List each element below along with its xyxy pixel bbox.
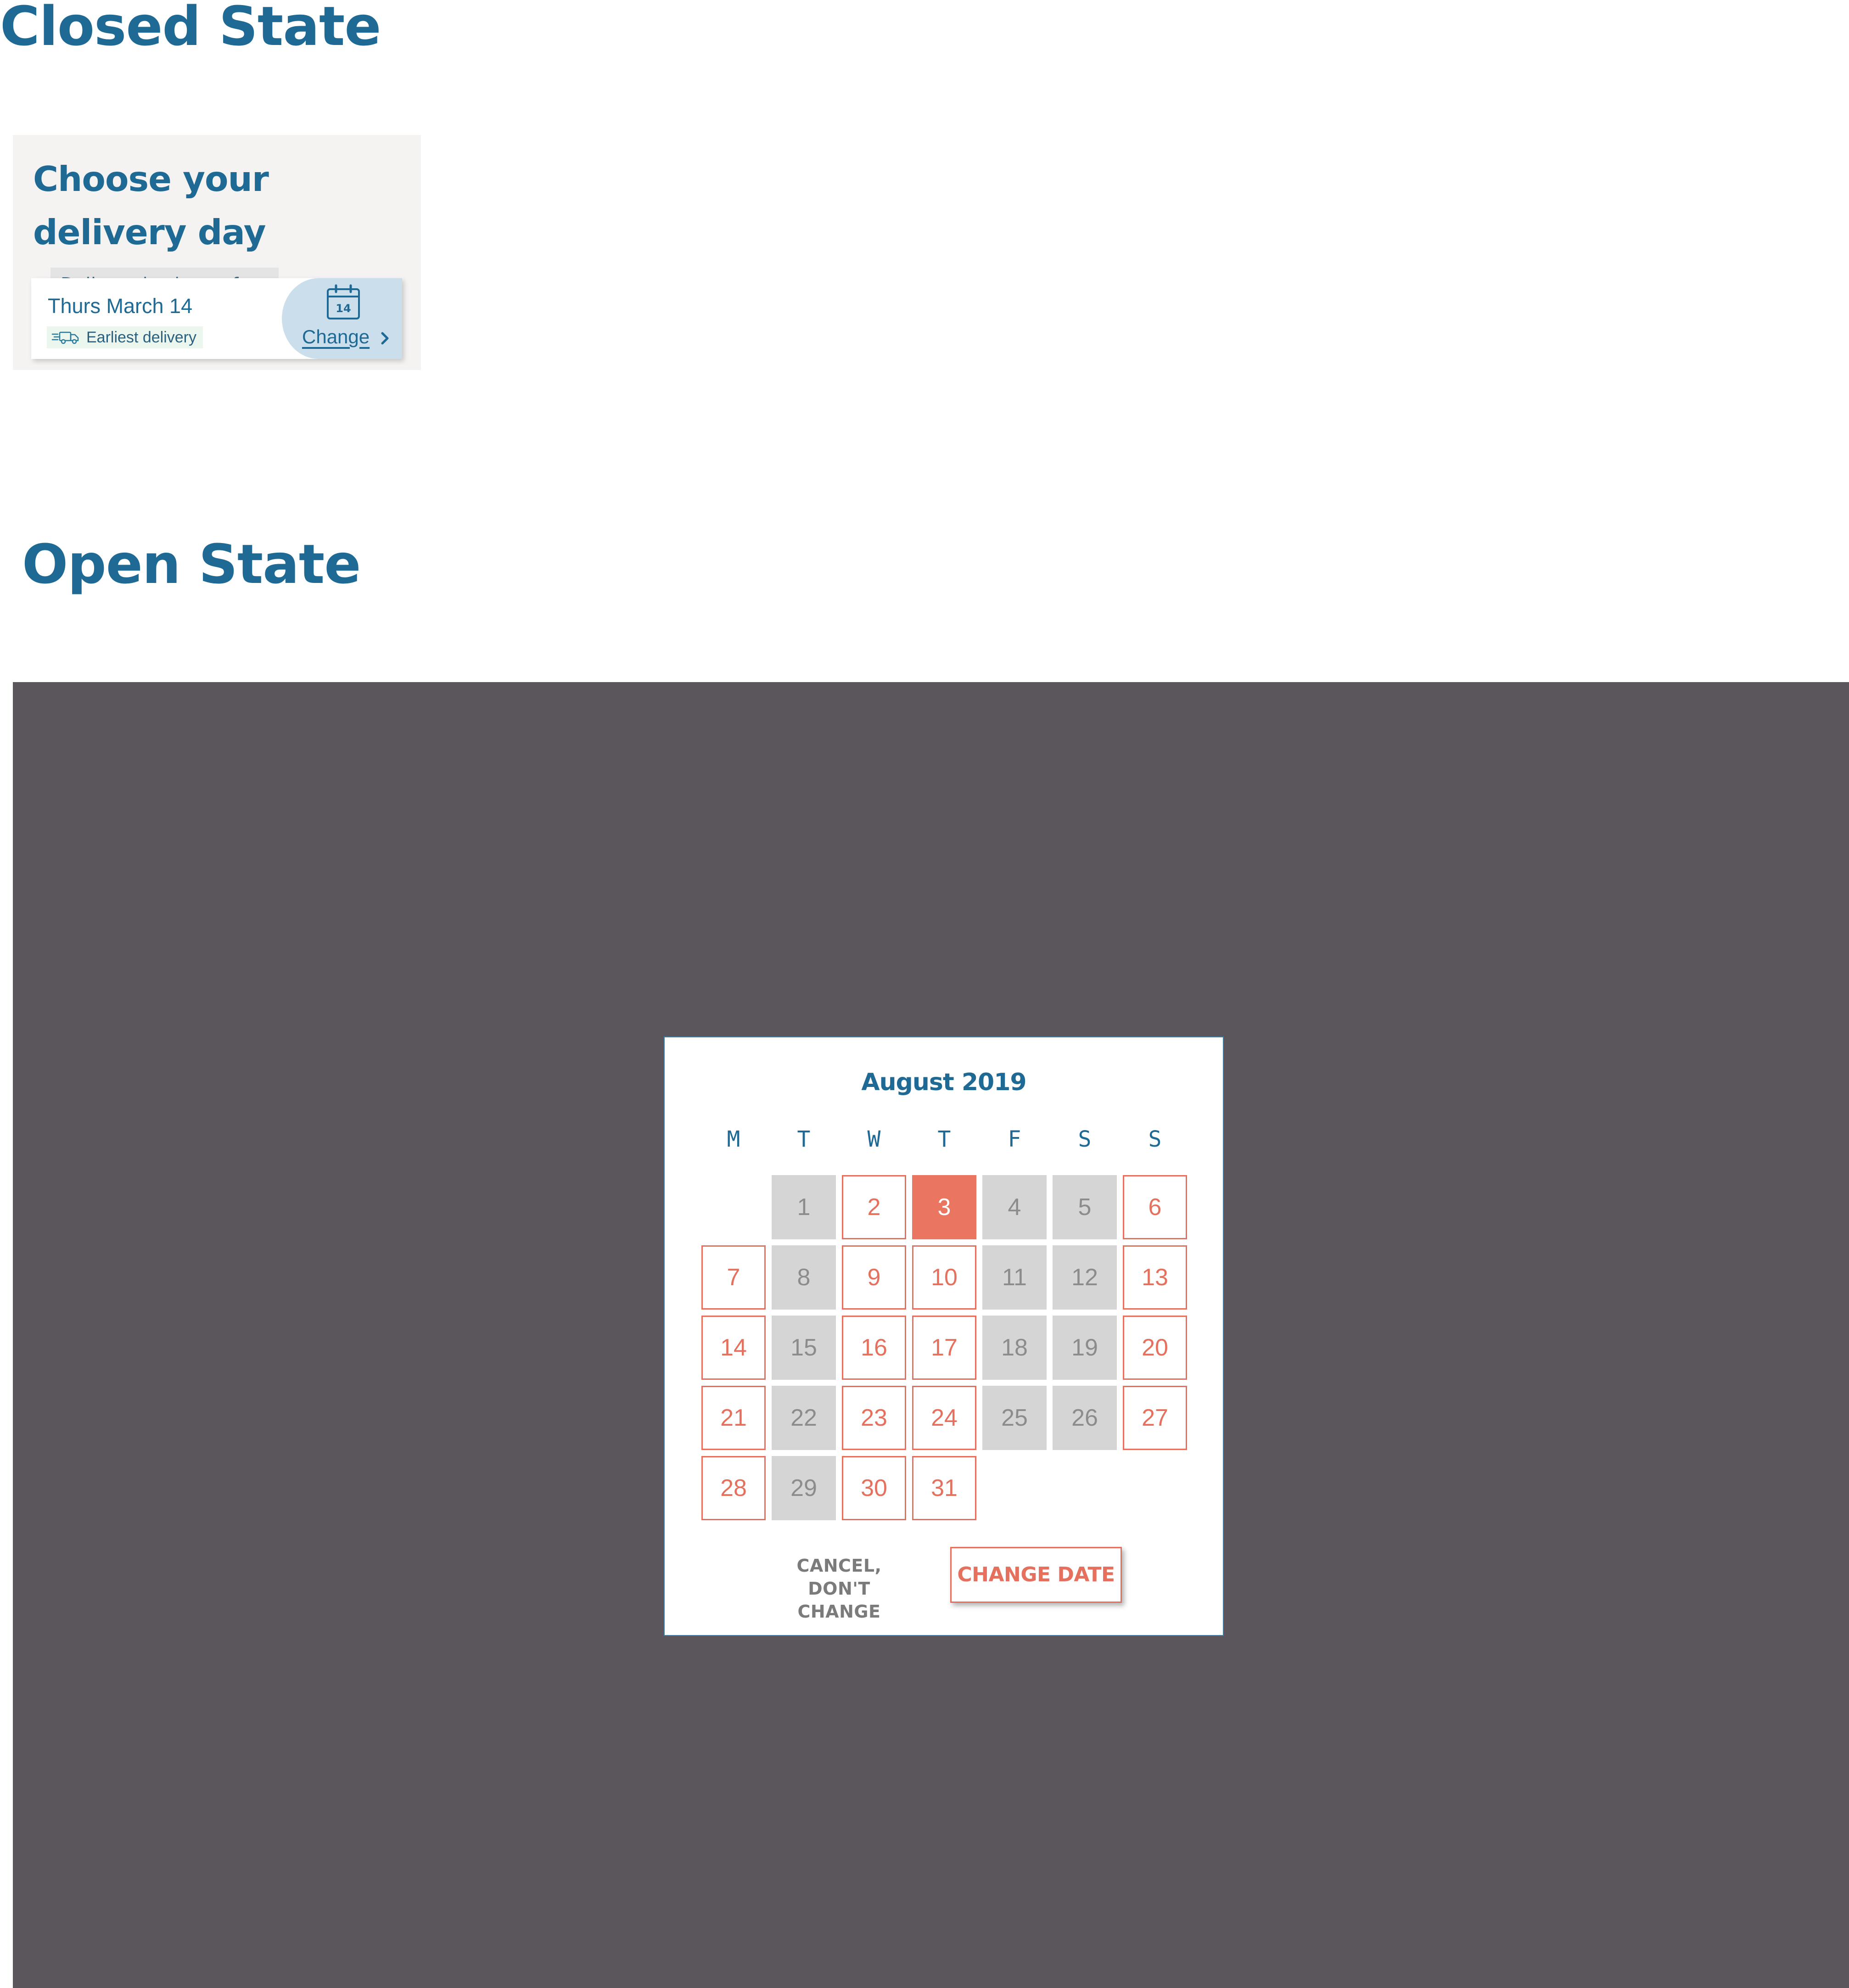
calendar-day-1: 1	[772, 1175, 836, 1239]
weekday-label: T	[937, 1126, 951, 1152]
calendar-day-7[interactable]: 7	[701, 1245, 766, 1310]
weekday-label: W	[867, 1126, 881, 1152]
cancel-label-line1: CANCEL,	[796, 1556, 882, 1576]
delivery-truck-icon	[51, 331, 79, 344]
delivery-day-panel: Choose your delivery dayDelivery is alwa…	[13, 135, 421, 370]
cancel-dont-change-button[interactable]: CANCEL, DON'T CHANGE	[770, 1554, 908, 1623]
calendar-day-24[interactable]: 24	[912, 1386, 976, 1450]
calendar-icon-day: 14	[336, 302, 351, 315]
calendar-day-25: 25	[982, 1386, 1047, 1450]
modal-overlay[interactable]: August 2019 MTWTFSS 1 2 3 4 5 6 7 8 9 10 11 12 13 14 1…	[13, 682, 1849, 1988]
calendar-day-11: 11	[982, 1245, 1047, 1310]
calendar-day-6[interactable]: 6	[1123, 1175, 1187, 1239]
calendar-day-14[interactable]: 14	[701, 1316, 766, 1380]
weekday-label: S	[1078, 1126, 1092, 1152]
calendar-day-30[interactable]: 30	[842, 1456, 906, 1520]
weekday-label: S	[1148, 1126, 1162, 1152]
calendar-month-title: August 2019	[861, 1069, 1026, 1096]
calendar-day-28[interactable]: 28	[701, 1456, 766, 1520]
calendar-day-21[interactable]: 21	[701, 1386, 766, 1450]
calendar-day-13[interactable]: 13	[1123, 1245, 1187, 1310]
calendar-day-2[interactable]: 2	[842, 1175, 906, 1239]
weekday-label: F	[1008, 1126, 1021, 1152]
calendar-icon: 14	[327, 284, 360, 319]
closed-state-heading: Closed State	[0, 0, 381, 58]
calendar-day-18: 18	[982, 1316, 1047, 1380]
calendar-day-16[interactable]: 16	[842, 1316, 906, 1380]
change-date-button[interactable]: CHANGE DATE	[950, 1547, 1122, 1603]
calendar-day-29: 29	[772, 1456, 836, 1520]
calendar-day-8: 8	[772, 1245, 836, 1310]
calendar-day-4: 4	[982, 1175, 1047, 1239]
calendar-day-9[interactable]: 9	[842, 1245, 906, 1310]
chevron-right-icon	[381, 332, 389, 345]
change-label: Change	[302, 326, 370, 347]
change-date-link[interactable]: 14 Change	[282, 278, 402, 359]
delivery-day-title-text: Choose your delivery day	[33, 159, 269, 252]
calendar-day-27[interactable]: 27	[1123, 1386, 1187, 1450]
calendar-day-19: 19	[1053, 1316, 1117, 1380]
calendar-day-10[interactable]: 10	[912, 1245, 976, 1310]
calendar-day-22: 22	[772, 1386, 836, 1450]
weekday-label: T	[797, 1126, 811, 1152]
delivery-date-selector[interactable]: Thurs March 14 Earliest delivery 14 Chan…	[31, 278, 402, 359]
calendar-day-12: 12	[1053, 1245, 1117, 1310]
calendar-day-26: 26	[1053, 1386, 1117, 1450]
earliest-delivery-label: Earliest delivery	[86, 329, 196, 346]
calendar-day-5: 5	[1053, 1175, 1117, 1239]
calendar-day-23[interactable]: 23	[842, 1386, 906, 1450]
delivery-calendar-modal: August 2019 MTWTFSS 1 2 3 4 5 6 7 8 9 10 11 12 13 14 1…	[664, 1036, 1224, 1636]
calendar-day-3[interactable]: 3	[912, 1175, 976, 1239]
calendar-day-31[interactable]: 31	[912, 1456, 976, 1520]
calendar-day-17[interactable]: 17	[912, 1316, 976, 1380]
open-state-heading: Open State	[22, 532, 361, 596]
calendar-day-15: 15	[772, 1316, 836, 1380]
cancel-label-line2: DON'T CHANGE	[797, 1579, 881, 1622]
calendar-day-20[interactable]: 20	[1123, 1316, 1187, 1380]
selected-delivery-date: Thurs March 14	[48, 294, 193, 318]
weekday-label: M	[727, 1126, 740, 1152]
earliest-delivery-chip: Earliest delivery	[47, 326, 203, 348]
